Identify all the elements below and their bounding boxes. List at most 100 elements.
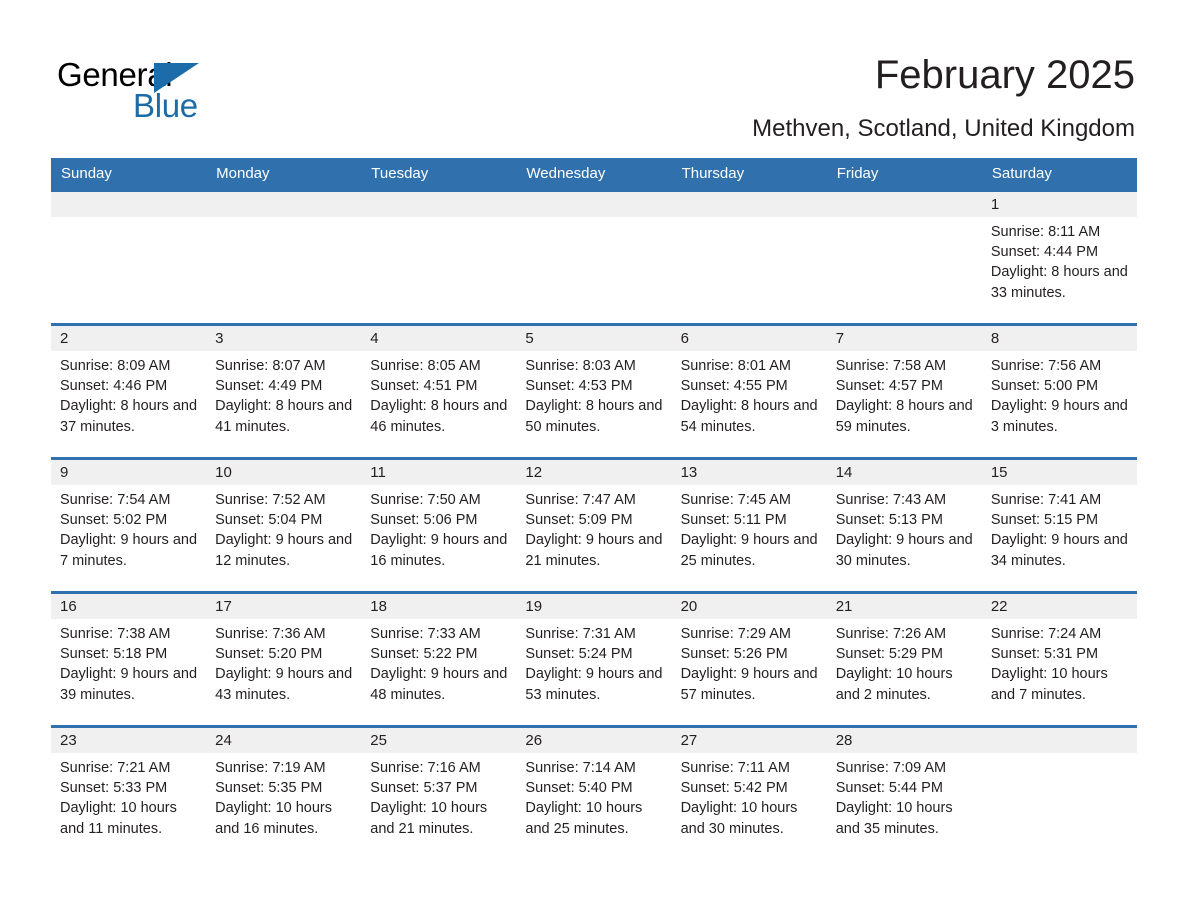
calendar-week-row: 9 Sunrise: 7:54 AM Sunset: 5:02 PM Daylight… bbox=[51, 457, 1137, 593]
page-title: February 2025 bbox=[874, 53, 1135, 97]
calendar-day-cell-empty bbox=[206, 189, 362, 325]
calendar-day-cell[interactable]: 12 Sunrise: 7:47 AM Sunset: 5:09 PM Dayligh… bbox=[516, 457, 672, 593]
calendar-day-cell[interactable]: 26 Sunrise: 7:14 AM Sunset: 5:40 PM Dayligh… bbox=[516, 725, 672, 859]
sunset-text: Sunset: 5:18 PM bbox=[60, 646, 168, 663]
calendar-day-cell[interactable]: 27 Sunrise: 7:11 AM Sunset: 5:42 PM Dayligh… bbox=[671, 725, 827, 859]
day-details: Sunrise: 8:11 AM Sunset: 4:44 PM Daylight:… bbox=[982, 217, 1137, 303]
sunrise-text: Sunrise: 7:54 AM bbox=[60, 492, 171, 508]
day-number: 12 bbox=[516, 460, 672, 485]
daylight-text: Daylight: 9 hours and 7 minutes. bbox=[60, 532, 198, 569]
sunrise-text: Sunrise: 8:09 AM bbox=[60, 358, 171, 374]
day-number bbox=[51, 192, 207, 217]
day-number: 4 bbox=[361, 326, 517, 351]
calendar-day-cell[interactable]: 18 Sunrise: 7:33 AM Sunset: 5:22 PM Dayligh… bbox=[361, 591, 517, 727]
daylight-text: Daylight: 10 hours and 11 minutes. bbox=[60, 800, 177, 837]
sunset-text: Sunset: 5:26 PM bbox=[680, 646, 788, 663]
day-cell-inner: 16 Sunrise: 7:38 AM Sunset: 5:18 PM Dayligh… bbox=[51, 594, 207, 725]
daylight-text: Daylight: 8 hours and 59 minutes. bbox=[835, 398, 973, 435]
calendar-day-cell[interactable]: 2 Sunrise: 8:09 AM Sunset: 4:46 PM Daylight… bbox=[51, 323, 207, 459]
sunrise-text: Sunrise: 7:45 AM bbox=[680, 492, 791, 508]
sunset-text: Sunset: 5:02 PM bbox=[60, 512, 168, 529]
calendar-day-cell-empty bbox=[361, 189, 517, 325]
day-cell-inner: 28 Sunrise: 7:09 AM Sunset: 5:44 PM Dayligh… bbox=[826, 728, 982, 859]
day-details: Sunrise: 7:43 AM Sunset: 5:13 PM Daylight:… bbox=[827, 485, 982, 571]
calendar-day-cell[interactable]: 1 Sunrise: 8:11 AM Sunset: 4:44 PM Daylight… bbox=[981, 189, 1137, 325]
calendar-day-cell[interactable]: 21 Sunrise: 7:26 AM Sunset: 5:29 PM Dayligh… bbox=[826, 591, 982, 727]
sunset-text: Sunset: 5:22 PM bbox=[370, 646, 478, 663]
weekday-header-thursday: Thursday bbox=[671, 158, 827, 191]
day-cell-inner: 8 Sunrise: 7:56 AM Sunset: 5:00 PM Daylight… bbox=[981, 326, 1137, 457]
day-cell-inner: 15 Sunrise: 7:41 AM Sunset: 5:15 PM Dayligh… bbox=[981, 460, 1137, 591]
sunset-text: Sunset: 5:13 PM bbox=[835, 512, 943, 529]
daylight-text: Daylight: 9 hours and 43 minutes. bbox=[215, 666, 353, 703]
day-cell-inner: 22 Sunrise: 7:24 AM Sunset: 5:31 PM Dayligh… bbox=[981, 594, 1137, 725]
general-blue-logo[interactable]: General Blue bbox=[57, 56, 317, 126]
calendar-week-row: 23 Sunrise: 7:21 AM Sunset: 5:33 PM Dayligh… bbox=[51, 725, 1137, 859]
calendar-day-cell[interactable]: 20 Sunrise: 7:29 AM Sunset: 5:26 PM Dayligh… bbox=[671, 591, 827, 727]
day-cell-inner: 12 Sunrise: 7:47 AM Sunset: 5:09 PM Dayligh… bbox=[516, 460, 672, 591]
sunset-text: Sunset: 5:40 PM bbox=[525, 780, 633, 797]
sunrise-text: Sunrise: 7:36 AM bbox=[215, 626, 326, 642]
day-number: 20 bbox=[671, 594, 827, 619]
page-subtitle-location: Methven, Scotland, United Kingdom bbox=[752, 115, 1135, 142]
day-details: Sunrise: 8:03 AM Sunset: 4:53 PM Daylight:… bbox=[516, 351, 671, 437]
sunrise-text: Sunrise: 7:26 AM bbox=[835, 626, 947, 642]
sunset-text: Sunset: 5:33 PM bbox=[60, 780, 168, 797]
daylight-text: Daylight: 9 hours and 48 minutes. bbox=[370, 666, 508, 703]
daylight-text: Daylight: 9 hours and 25 minutes. bbox=[680, 532, 818, 569]
calendar-week-row: 1 Sunrise: 8:11 AM Sunset: 4:44 PM Daylight… bbox=[51, 189, 1137, 325]
calendar-day-cell[interactable]: 17 Sunrise: 7:36 AM Sunset: 5:20 PM Dayligh… bbox=[206, 591, 362, 727]
day-number: 27 bbox=[671, 728, 827, 753]
day-number: 18 bbox=[361, 594, 517, 619]
calendar-day-cell[interactable]: 11 Sunrise: 7:50 AM Sunset: 5:06 PM Dayligh… bbox=[361, 457, 517, 593]
day-number: 2 bbox=[51, 326, 207, 351]
page-header: General Blue February 2025 Methven, Scot… bbox=[0, 0, 1188, 158]
calendar-body: 1 Sunrise: 8:11 AM Sunset: 4:44 PM Daylight… bbox=[51, 189, 1137, 859]
day-number: 6 bbox=[671, 326, 827, 351]
calendar-day-cell[interactable]: 8 Sunrise: 7:56 AM Sunset: 5:00 PM Daylight… bbox=[981, 323, 1137, 459]
sunset-text: Sunset: 5:06 PM bbox=[370, 512, 478, 529]
calendar-day-cell[interactable]: 5 Sunrise: 8:03 AM Sunset: 4:53 PM Daylight… bbox=[516, 323, 672, 459]
calendar-day-cell[interactable]: 15 Sunrise: 7:41 AM Sunset: 5:15 PM Dayligh… bbox=[981, 457, 1137, 593]
sunset-text: Sunset: 4:51 PM bbox=[370, 378, 478, 395]
sunrise-text: Sunrise: 7:11 AM bbox=[680, 760, 790, 776]
day-details: Sunrise: 7:52 AM Sunset: 5:04 PM Daylight:… bbox=[206, 485, 361, 571]
weekday-header-friday: Friday bbox=[826, 158, 982, 191]
day-details: Sunrise: 7:56 AM Sunset: 5:00 PM Daylight:… bbox=[982, 351, 1137, 437]
daylight-text: Daylight: 8 hours and 46 minutes. bbox=[370, 398, 508, 435]
day-details: Sunrise: 7:47 AM Sunset: 5:09 PM Daylight:… bbox=[516, 485, 671, 571]
calendar-day-cell[interactable]: 13 Sunrise: 7:45 AM Sunset: 5:11 PM Dayligh… bbox=[671, 457, 827, 593]
sunrise-sunset-calendar-table: Sunday Monday Tuesday Wednesday Thursday… bbox=[51, 158, 1137, 859]
sunrise-text: Sunrise: 7:24 AM bbox=[990, 626, 1102, 642]
calendar-day-cell[interactable]: 22 Sunrise: 7:24 AM Sunset: 5:31 PM Dayligh… bbox=[981, 591, 1137, 727]
calendar-day-cell[interactable]: 10 Sunrise: 7:52 AM Sunset: 5:04 PM Dayligh… bbox=[206, 457, 362, 593]
calendar-day-cell[interactable]: 16 Sunrise: 7:38 AM Sunset: 5:18 PM Dayligh… bbox=[51, 591, 207, 727]
calendar-day-cell[interactable]: 25 Sunrise: 7:16 AM Sunset: 5:37 PM Dayligh… bbox=[361, 725, 517, 859]
sunset-text: Sunset: 5:44 PM bbox=[835, 780, 943, 797]
calendar-day-cell[interactable]: 19 Sunrise: 7:31 AM Sunset: 5:24 PM Dayligh… bbox=[516, 591, 672, 727]
calendar-day-cell[interactable]: 28 Sunrise: 7:09 AM Sunset: 5:44 PM Dayligh… bbox=[826, 725, 982, 859]
daylight-text: Daylight: 10 hours and 7 minutes. bbox=[990, 666, 1108, 703]
calendar-day-cell[interactable]: 3 Sunrise: 8:07 AM Sunset: 4:49 PM Daylight… bbox=[206, 323, 362, 459]
calendar-day-cell[interactable]: 23 Sunrise: 7:21 AM Sunset: 5:33 PM Dayligh… bbox=[51, 725, 207, 859]
sunset-text: Sunset: 4:49 PM bbox=[215, 378, 323, 395]
sunset-text: Sunset: 5:29 PM bbox=[835, 646, 943, 663]
day-details: Sunrise: 7:54 AM Sunset: 5:02 PM Daylight:… bbox=[51, 485, 206, 571]
calendar-day-cell[interactable]: 14 Sunrise: 7:43 AM Sunset: 5:13 PM Dayligh… bbox=[826, 457, 982, 593]
daylight-text: Daylight: 10 hours and 21 minutes. bbox=[370, 800, 488, 837]
sunrise-text: Sunrise: 7:47 AM bbox=[525, 492, 636, 508]
day-number bbox=[671, 192, 827, 217]
calendar-day-cell[interactable]: 9 Sunrise: 7:54 AM Sunset: 5:02 PM Daylight… bbox=[51, 457, 207, 593]
sunset-text: Sunset: 5:04 PM bbox=[215, 512, 323, 529]
calendar-day-cell-empty bbox=[671, 189, 827, 325]
day-number bbox=[826, 192, 982, 217]
day-cell-inner: 23 Sunrise: 7:21 AM Sunset: 5:33 PM Dayligh… bbox=[51, 728, 207, 859]
calendar-day-cell[interactable]: 7 Sunrise: 7:58 AM Sunset: 4:57 PM Daylight… bbox=[826, 323, 982, 459]
calendar-day-cell[interactable]: 4 Sunrise: 8:05 AM Sunset: 4:51 PM Daylight… bbox=[361, 323, 517, 459]
day-details: Sunrise: 7:50 AM Sunset: 5:06 PM Daylight:… bbox=[361, 485, 516, 571]
calendar-day-cell[interactable]: 6 Sunrise: 8:01 AM Sunset: 4:55 PM Daylight… bbox=[671, 323, 827, 459]
day-cell-inner: 4 Sunrise: 8:05 AM Sunset: 4:51 PM Daylight… bbox=[361, 326, 517, 457]
day-number: 10 bbox=[206, 460, 362, 485]
calendar-day-cell[interactable]: 24 Sunrise: 7:19 AM Sunset: 5:35 PM Dayligh… bbox=[206, 725, 362, 859]
day-details: Sunrise: 7:16 AM Sunset: 5:37 PM Daylight:… bbox=[361, 753, 516, 839]
